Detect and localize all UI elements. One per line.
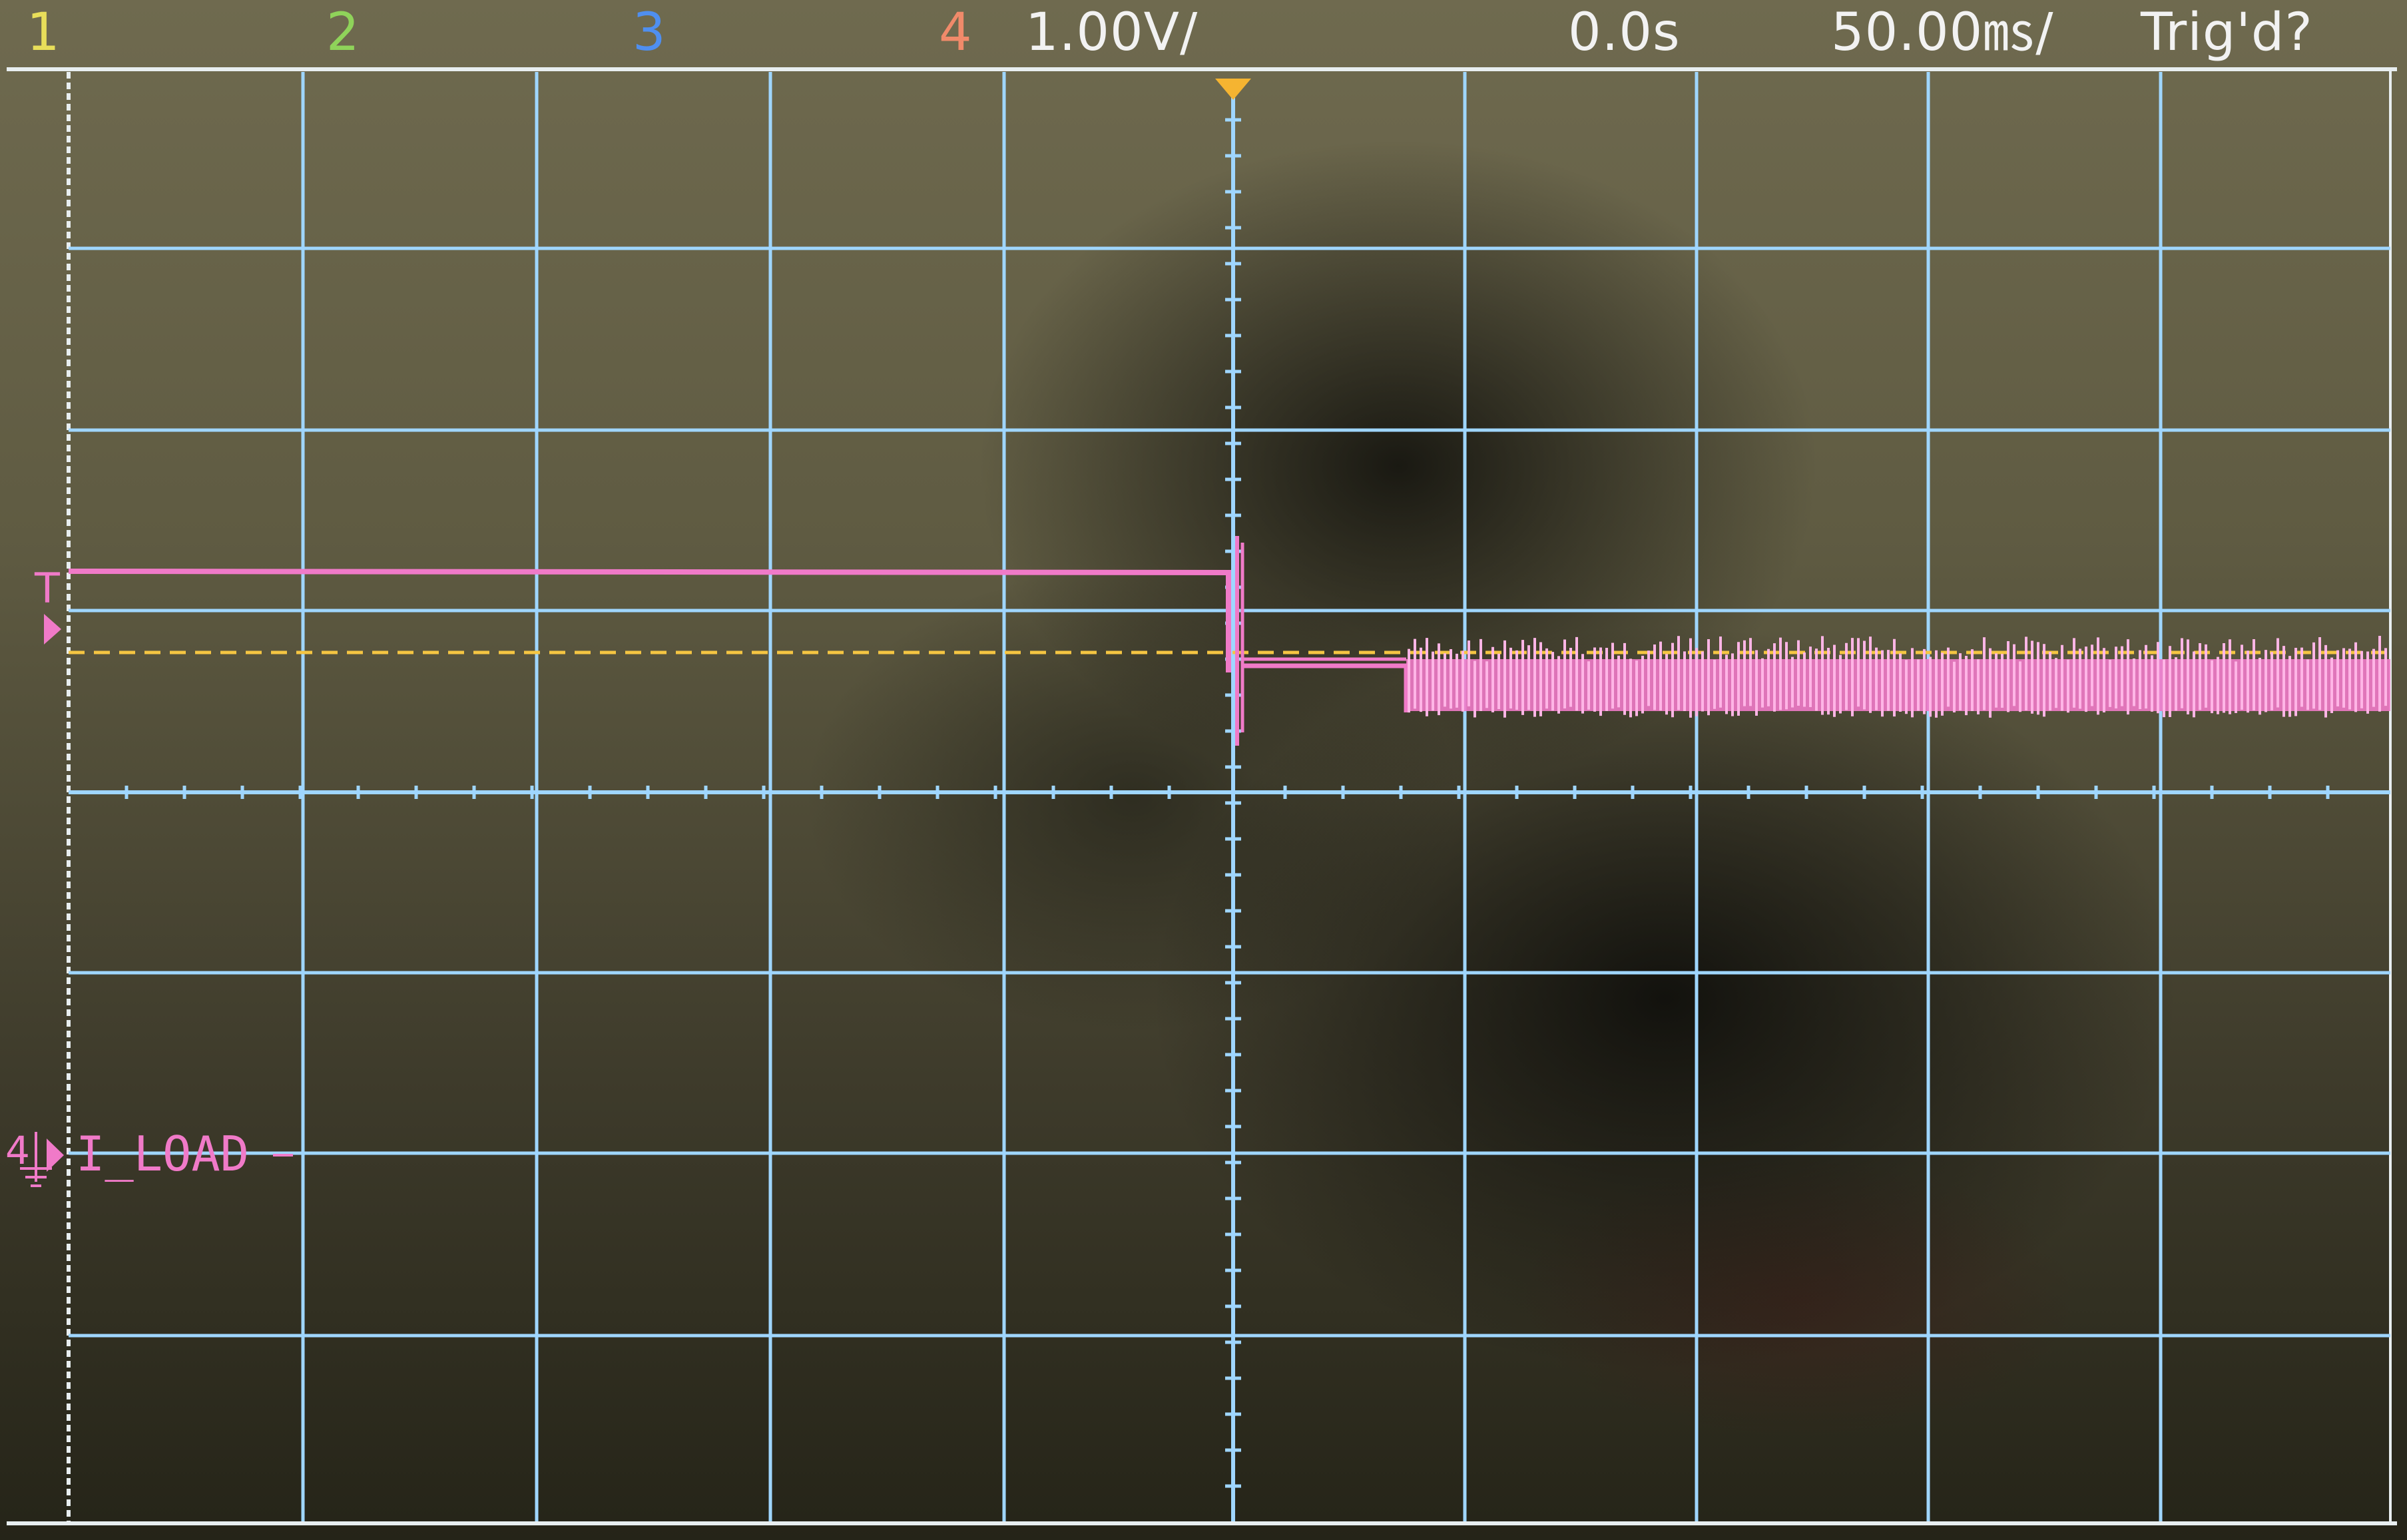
trigger-position-marker[interactable]: [1215, 79, 1251, 100]
waveform-display: T: [7, 67, 2397, 1525]
trigger-level-label: T: [34, 564, 61, 613]
i-load-trace-label: I_LOAD: [76, 1126, 250, 1182]
trigger-level-marker[interactable]: [44, 614, 61, 644]
channel-4-marker-label: 4: [5, 1128, 30, 1173]
i-load-waveform: [68, 536, 1409, 746]
